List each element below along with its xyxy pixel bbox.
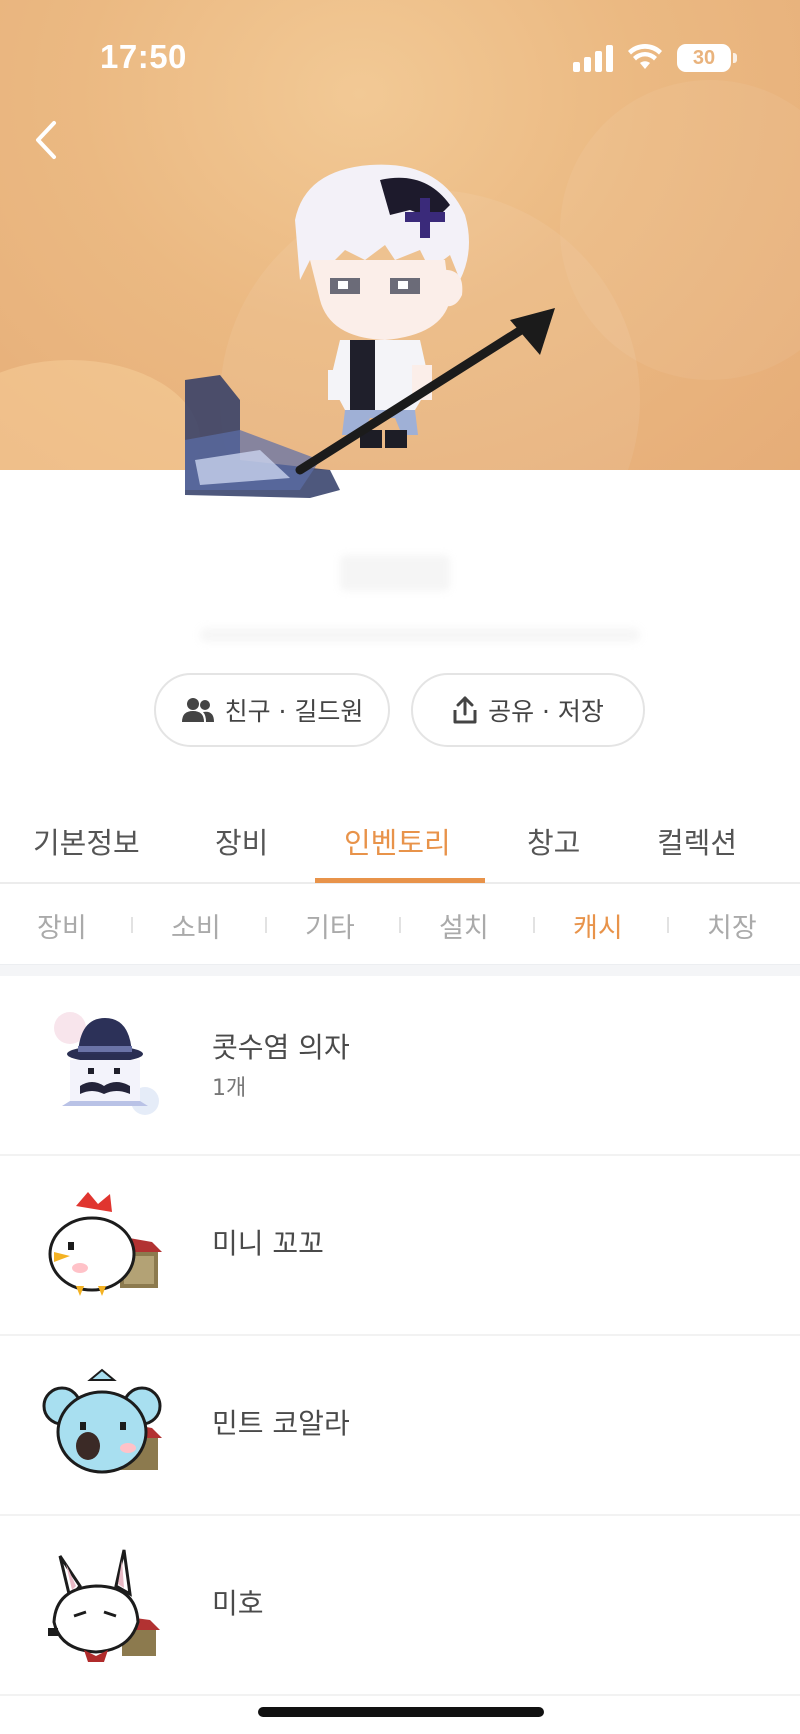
tab-storage[interactable]: 창고 [527, 820, 580, 862]
mustache-chair-icon [54, 1012, 159, 1115]
chevron-left-icon [36, 121, 56, 159]
status-bar: 17:50 30 [0, 0, 800, 110]
tab-equipment[interactable]: 장비 [215, 820, 268, 862]
share-save-label: 공유 · 저장 [488, 697, 604, 726]
subtab-cosmetic[interactable]: 치장 [707, 906, 757, 945]
list-item[interactable]: 미호 [0, 1516, 800, 1696]
item-name: 미호 [212, 1587, 264, 1620]
section-divider [0, 964, 800, 976]
status-time: 17:50 [100, 38, 187, 75]
share-save-button[interactable]: 공유 · 저장 [411, 673, 645, 747]
back-button[interactable] [24, 112, 68, 168]
tab-basic-info[interactable]: 기본정보 [33, 820, 140, 862]
item-name: 민트 코알라 [212, 1407, 350, 1440]
battery-icon: 30 [677, 44, 731, 72]
list-item[interactable]: 콧수염 의자 1개 [0, 976, 800, 1156]
item-count: 1개 [212, 1076, 247, 1101]
friends-guild-button[interactable]: 친구 · 길드원 [154, 673, 390, 747]
wifi-icon [628, 43, 662, 69]
fox-pet-icon [48, 1549, 160, 1662]
subtab-setup[interactable]: 설치 [439, 906, 489, 945]
koala-pet-icon [42, 1368, 162, 1474]
people-icon [181, 698, 214, 722]
home-indicator [258, 1707, 544, 1717]
character-avatar [185, 164, 555, 498]
share-icon [453, 696, 477, 724]
character-name [340, 555, 450, 591]
subtab-cash[interactable]: 캐시 [573, 906, 623, 945]
list-item[interactable]: 민트 코알라 [0, 1336, 800, 1516]
cellular-signal-icon [573, 44, 615, 72]
friends-guild-label: 친구 · 길드원 [224, 697, 364, 726]
tab-collection[interactable]: 컬렉션 [657, 820, 737, 862]
inventory-category-bar: 장비 소비 기타 설치 캐시 치장 [0, 884, 800, 966]
tab-inventory[interactable]: 인벤토리 [344, 820, 451, 862]
subtab-equipment[interactable]: 장비 [37, 906, 87, 945]
item-name: 콧수염 의자 [212, 1031, 350, 1064]
subtab-etc[interactable]: 기타 [305, 906, 355, 945]
chicken-pet-icon [48, 1192, 162, 1296]
character-subtitle [200, 628, 640, 642]
list-item[interactable]: 미니 꼬꼬 [0, 1156, 800, 1336]
active-tab-indicator [315, 878, 485, 883]
main-tab-bar: 기본정보 장비 인벤토리 창고 컬렉션 [0, 800, 800, 884]
item-name: 미니 꼬꼬 [212, 1227, 324, 1260]
subtab-consumable[interactable]: 소비 [171, 906, 221, 945]
